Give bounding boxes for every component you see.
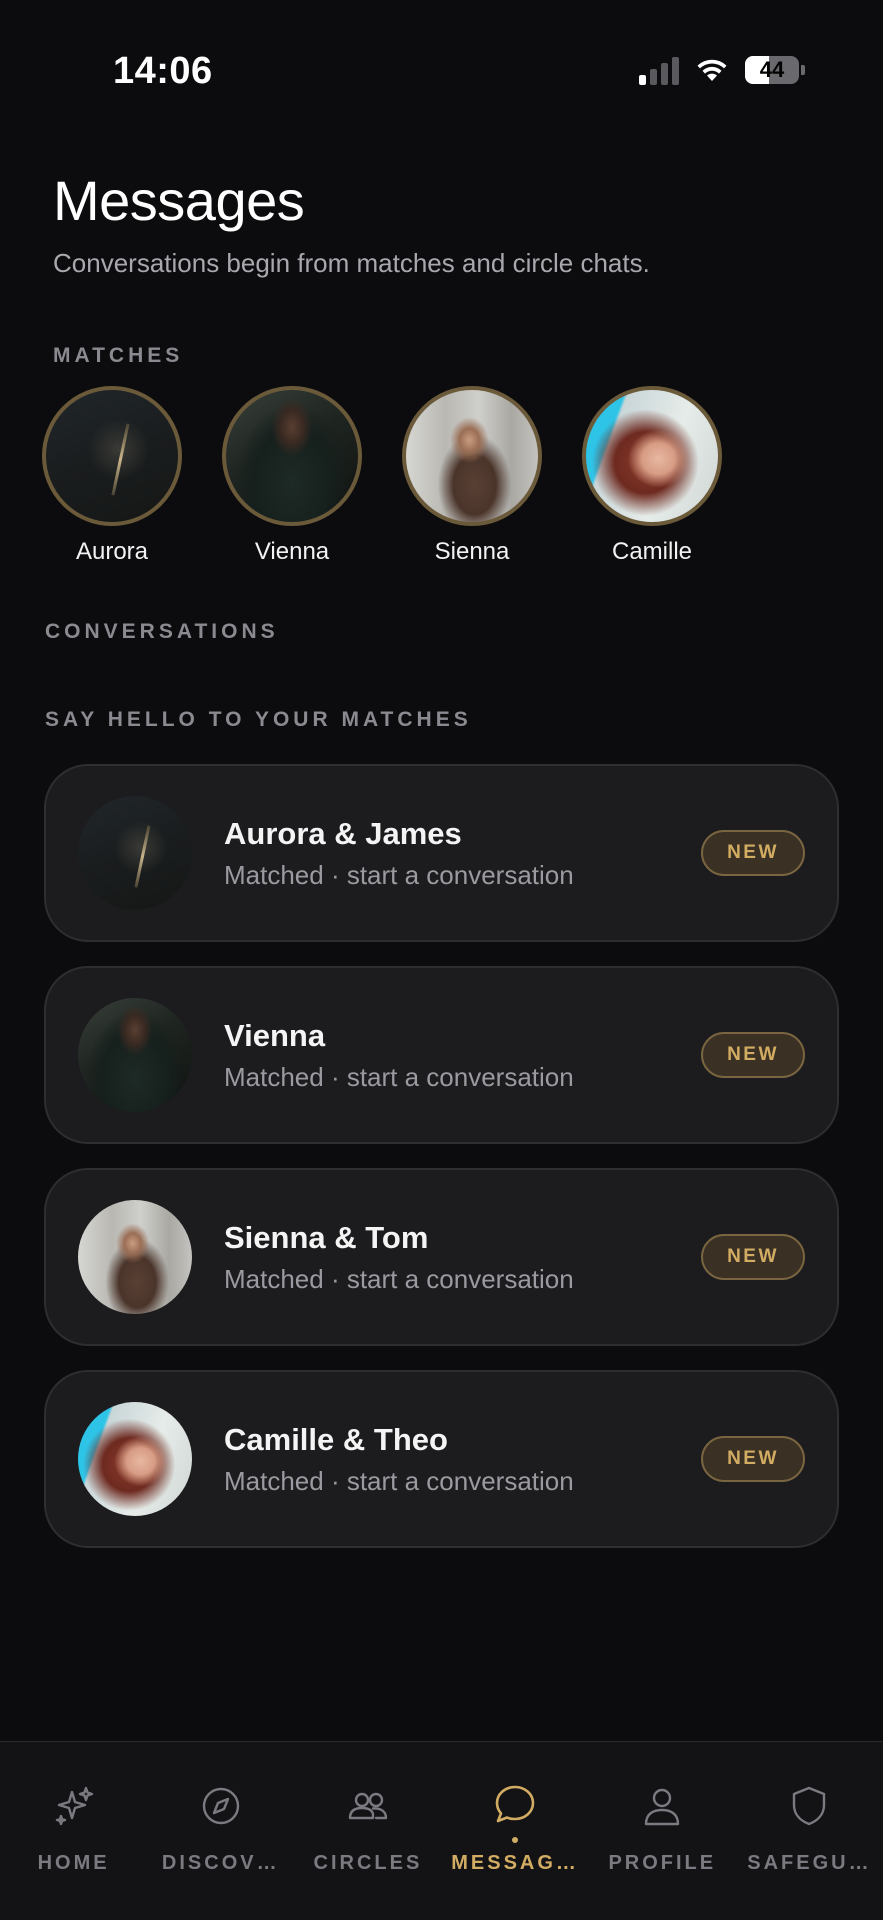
conversation-name: Aurora & James (224, 815, 462, 851)
conversation-card-aurora-james[interactable]: Aurora & James Matched · start a convers… (44, 764, 839, 942)
active-indicator-dot (512, 1837, 519, 1843)
nav-label: CIRCLES (313, 1852, 423, 1874)
new-badge: NEW (701, 1234, 805, 1280)
cellular-signal-icon (639, 55, 679, 85)
match-camille[interactable]: Camille (582, 386, 722, 566)
avatar[interactable] (42, 386, 182, 526)
match-name: Vienna (254, 538, 330, 565)
avatar (78, 998, 192, 1112)
conversations-section-label: CONVERSATIONS (45, 620, 279, 643)
match-name: Sienna (434, 538, 510, 565)
wifi-icon (697, 59, 727, 81)
new-badge: NEW (701, 1436, 805, 1482)
nav-discover[interactable]: DISCOV… (147, 1742, 294, 1920)
page-subtitle: Conversations begin from matches and cir… (53, 248, 650, 278)
new-badge: NEW (701, 1032, 805, 1078)
battery-level-text: 44 (759, 57, 785, 82)
conversation-name: Vienna (224, 1017, 326, 1053)
avatar (78, 796, 192, 910)
conversation-subtitle: Matched · start a conversation (224, 1263, 574, 1294)
nav-circles[interactable]: CIRCLES (294, 1742, 441, 1920)
nav-label: PROFILE (608, 1852, 717, 1874)
avatar (78, 1402, 192, 1516)
nav-safeguard[interactable]: SAFEGU… (736, 1742, 883, 1920)
match-sienna[interactable]: Sienna (402, 386, 542, 566)
battery-indicator: 44 (745, 56, 805, 84)
nav-label: HOME (37, 1852, 110, 1874)
avatar[interactable] (402, 386, 542, 526)
page-title: Messages (53, 169, 305, 232)
match-name: Camille (611, 538, 692, 565)
person-icon (638, 1782, 686, 1830)
nav-profile[interactable]: PROFILE (589, 1742, 736, 1920)
conversation-name: Camille & Theo (224, 1421, 448, 1457)
nav-label: MESSAG… (451, 1852, 579, 1874)
conversation-list: Aurora & James Matched · start a convers… (44, 764, 839, 1548)
status-time: 14:06 (113, 50, 213, 92)
match-vienna[interactable]: Vienna (222, 386, 362, 566)
nav-label: SAFEGU… (747, 1852, 872, 1874)
shield-icon (785, 1782, 833, 1830)
match-name: Aurora (75, 538, 149, 565)
nav-home[interactable]: HOME (0, 1742, 147, 1920)
bottom-nav: HOME DISCOV… CIRCLES MESSAG… PROFILE SAF… (0, 1741, 883, 1920)
conversation-subtitle: Matched · start a conversation (224, 1465, 574, 1496)
chat-bubble-icon (491, 1782, 539, 1830)
avatar[interactable] (582, 386, 722, 526)
people-icon (344, 1782, 392, 1830)
match-aurora[interactable]: Aurora (42, 386, 182, 566)
avatar (78, 1200, 192, 1314)
status-bar: 14:06 44 (0, 0, 883, 140)
say-hello-section-label: SAY HELLO TO YOUR MATCHES (45, 708, 472, 731)
conversation-subtitle: Matched · start a conversation (224, 859, 574, 890)
matches-row: Aurora Vienna Sienna Camille (42, 386, 722, 566)
avatar[interactable] (222, 386, 362, 526)
conversation-subtitle: Matched · start a conversation (224, 1061, 574, 1092)
conversation-card-sienna-tom[interactable]: Sienna & Tom Matched · start a conversat… (44, 1168, 839, 1346)
conversation-card-vienna[interactable]: Vienna Matched · start a conversation NE… (44, 966, 839, 1144)
compass-icon (197, 1782, 245, 1830)
status-indicators: 44 (639, 55, 805, 85)
conversation-name: Sienna & Tom (224, 1219, 429, 1255)
nav-messages[interactable]: MESSAG… (442, 1742, 589, 1920)
matches-section-label: MATCHES (53, 344, 184, 367)
new-badge: NEW (701, 830, 805, 876)
conversation-card-camille-theo[interactable]: Camille & Theo Matched · start a convers… (44, 1370, 839, 1548)
nav-label: DISCOV… (161, 1852, 280, 1874)
sparkles-icon (50, 1782, 98, 1830)
